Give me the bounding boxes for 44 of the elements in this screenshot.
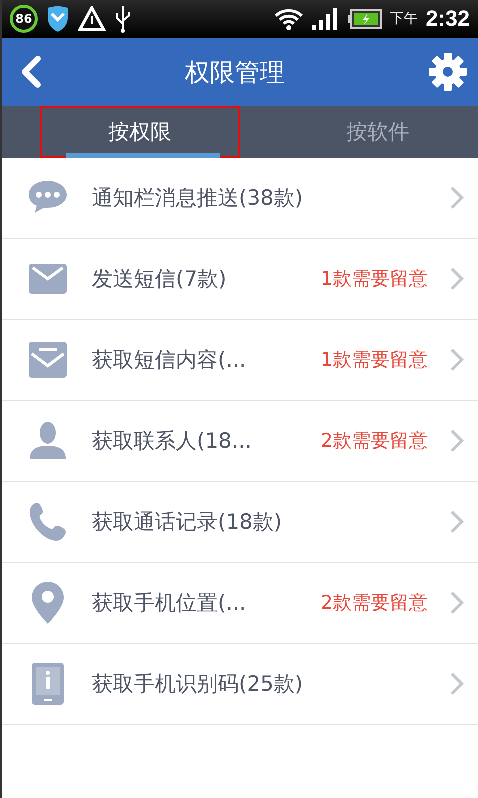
warning-icon bbox=[78, 6, 106, 32]
person-icon bbox=[30, 421, 66, 461]
permission-name: 获取手机位置(... bbox=[92, 590, 248, 617]
battery-percent-badge: 86 bbox=[10, 5, 38, 33]
permission-name: 获取通话记录(18款) bbox=[92, 509, 284, 536]
chevron-right-icon bbox=[450, 348, 464, 372]
warning-note: 2款需要留意 bbox=[320, 429, 428, 454]
permission-row[interactable]: 获取短信内容(... 1款需要留意 bbox=[2, 320, 478, 401]
permission-name: 获取联系人(18... bbox=[92, 428, 253, 455]
permission-name: 通知栏消息推送(38款) bbox=[92, 185, 304, 212]
usb-icon bbox=[114, 4, 132, 34]
time-period: 下午 bbox=[390, 10, 418, 28]
warning-note: 1款需要留意 bbox=[320, 348, 428, 373]
phone-info-icon bbox=[32, 663, 64, 705]
chevron-right-icon bbox=[450, 429, 464, 453]
chevron-right-icon bbox=[450, 267, 464, 291]
wifi-icon bbox=[274, 7, 304, 31]
battery-icon bbox=[348, 9, 382, 29]
warning-note: 1款需要留意 bbox=[320, 267, 428, 292]
permission-name: 发送短信(7款) bbox=[92, 266, 228, 293]
permission-name: 获取短信内容(... bbox=[92, 347, 248, 374]
back-button[interactable] bbox=[20, 56, 42, 88]
envelope-icon bbox=[29, 264, 67, 294]
warning-note: 2款需要留意 bbox=[320, 591, 428, 616]
permission-row[interactable]: 获取手机位置(... 2款需要留意 bbox=[2, 563, 478, 644]
tab[interactable]: 按权限 bbox=[40, 106, 240, 158]
chevron-right-icon bbox=[450, 672, 464, 696]
permission-row[interactable]: 获取手机识别码(25款) bbox=[2, 644, 478, 725]
permission-row[interactable]: 发送短信(7款) 1款需要留意 bbox=[2, 239, 478, 320]
chevron-right-icon bbox=[450, 591, 464, 615]
permission-name: 获取手机识别码(25款) bbox=[92, 671, 304, 698]
settings-button[interactable] bbox=[428, 52, 468, 92]
clock-time: 2:32 bbox=[426, 6, 470, 32]
permission-row[interactable]: 获取联系人(18... 2款需要留意 bbox=[2, 401, 478, 482]
signal-icon bbox=[312, 8, 340, 30]
chevron-right-icon bbox=[450, 510, 464, 534]
envelope-icon bbox=[29, 342, 67, 378]
chevron-right-icon bbox=[450, 186, 464, 210]
permission-row[interactable]: 通知栏消息推送(38款) bbox=[2, 158, 478, 239]
page-title: 权限管理 bbox=[185, 56, 285, 88]
location-pin-icon bbox=[31, 581, 65, 625]
phone-icon bbox=[29, 502, 67, 542]
shield-icon bbox=[46, 5, 70, 33]
permission-row[interactable]: 获取通话记录(18款) bbox=[2, 482, 478, 563]
